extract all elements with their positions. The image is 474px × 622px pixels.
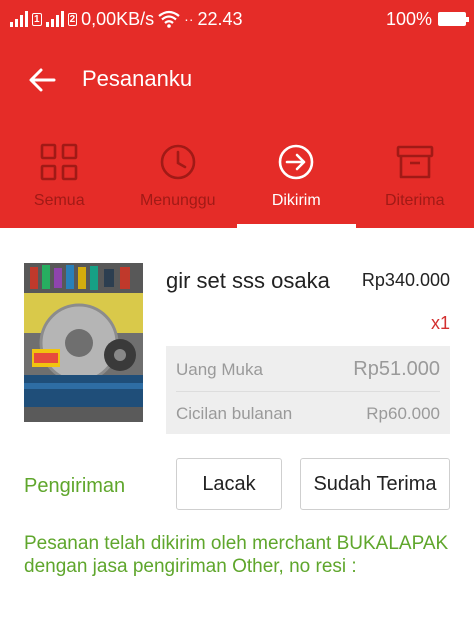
grid-icon: [40, 143, 78, 181]
battery-icon: [438, 12, 469, 26]
product-price: Rp340.000: [361, 270, 450, 290]
down-payment-row: Uang Muka Rp51.000: [176, 348, 440, 392]
tab-menunggu[interactable]: Menunggu: [119, 124, 238, 228]
status-left: 1 2 0,00KB/s ·· 22.43: [10, 8, 243, 30]
installment-label: Cicilan bulanan: [176, 404, 293, 423]
product-quantity: x1: [430, 313, 450, 333]
clock-icon: [160, 144, 196, 180]
track-button[interactable]: Lacak: [176, 458, 282, 510]
tab-label: Menunggu: [139, 192, 216, 209]
status-right: 100%: [385, 8, 469, 30]
down-payment-value: Rp51.000: [353, 358, 440, 380]
tab-bar: Semua Menunggu Dikirim Diterima: [0, 124, 474, 228]
sim-icon: 2: [67, 12, 78, 26]
page-title: Pesananku: [82, 66, 193, 91]
payment-summary: Uang Muka Rp51.000 Cicilan bulanan Rp60.…: [166, 346, 450, 434]
app-bar: Pesananku: [0, 38, 474, 124]
net-speed: 0,00KB/s: [81, 8, 155, 29]
received-button[interactable]: Sudah Terima: [300, 458, 450, 510]
tab-semua[interactable]: Semua: [0, 124, 119, 228]
clock-time: 22.43: [197, 8, 243, 29]
signal-icon: [45, 11, 64, 27]
tab-dikirim[interactable]: Dikirim: [237, 124, 356, 228]
tab-diterima[interactable]: Diterima: [356, 124, 474, 228]
wifi-icon: [158, 10, 180, 28]
tab-label: Semua: [33, 192, 85, 209]
product-photo-icon: [24, 263, 143, 422]
shipping-label: Pengiriman: [24, 475, 126, 497]
shipping-notice: Pesanan telah dikirim oleh merchant BUKA…: [24, 533, 449, 577]
installment-value: Rp60.000: [366, 404, 440, 423]
sim-icon: 1: [32, 12, 42, 26]
order-page: 1 2 0,00KB/s ·· 22.43 100% Pesananku Sem…: [0, 0, 474, 622]
down-payment-label: Uang Muka: [176, 359, 263, 379]
installment-row: Cicilan bulanan Rp60.000: [176, 392, 440, 436]
box-icon: [396, 145, 434, 179]
arrow-left-icon[interactable]: [24, 62, 60, 98]
signal-icon: [10, 11, 28, 27]
dots-icon: ··: [184, 11, 194, 27]
arrow-circle-icon: [278, 144, 314, 180]
battery-percent: 100%: [385, 8, 432, 29]
product-image[interactable]: [24, 263, 143, 422]
status-bar: 1 2 0,00KB/s ·· 22.43 100%: [0, 0, 474, 38]
tab-label: Dikirim: [271, 192, 321, 209]
tab-label: Diterima: [384, 192, 445, 209]
product-name[interactable]: gir set sss osaka: [166, 268, 338, 294]
